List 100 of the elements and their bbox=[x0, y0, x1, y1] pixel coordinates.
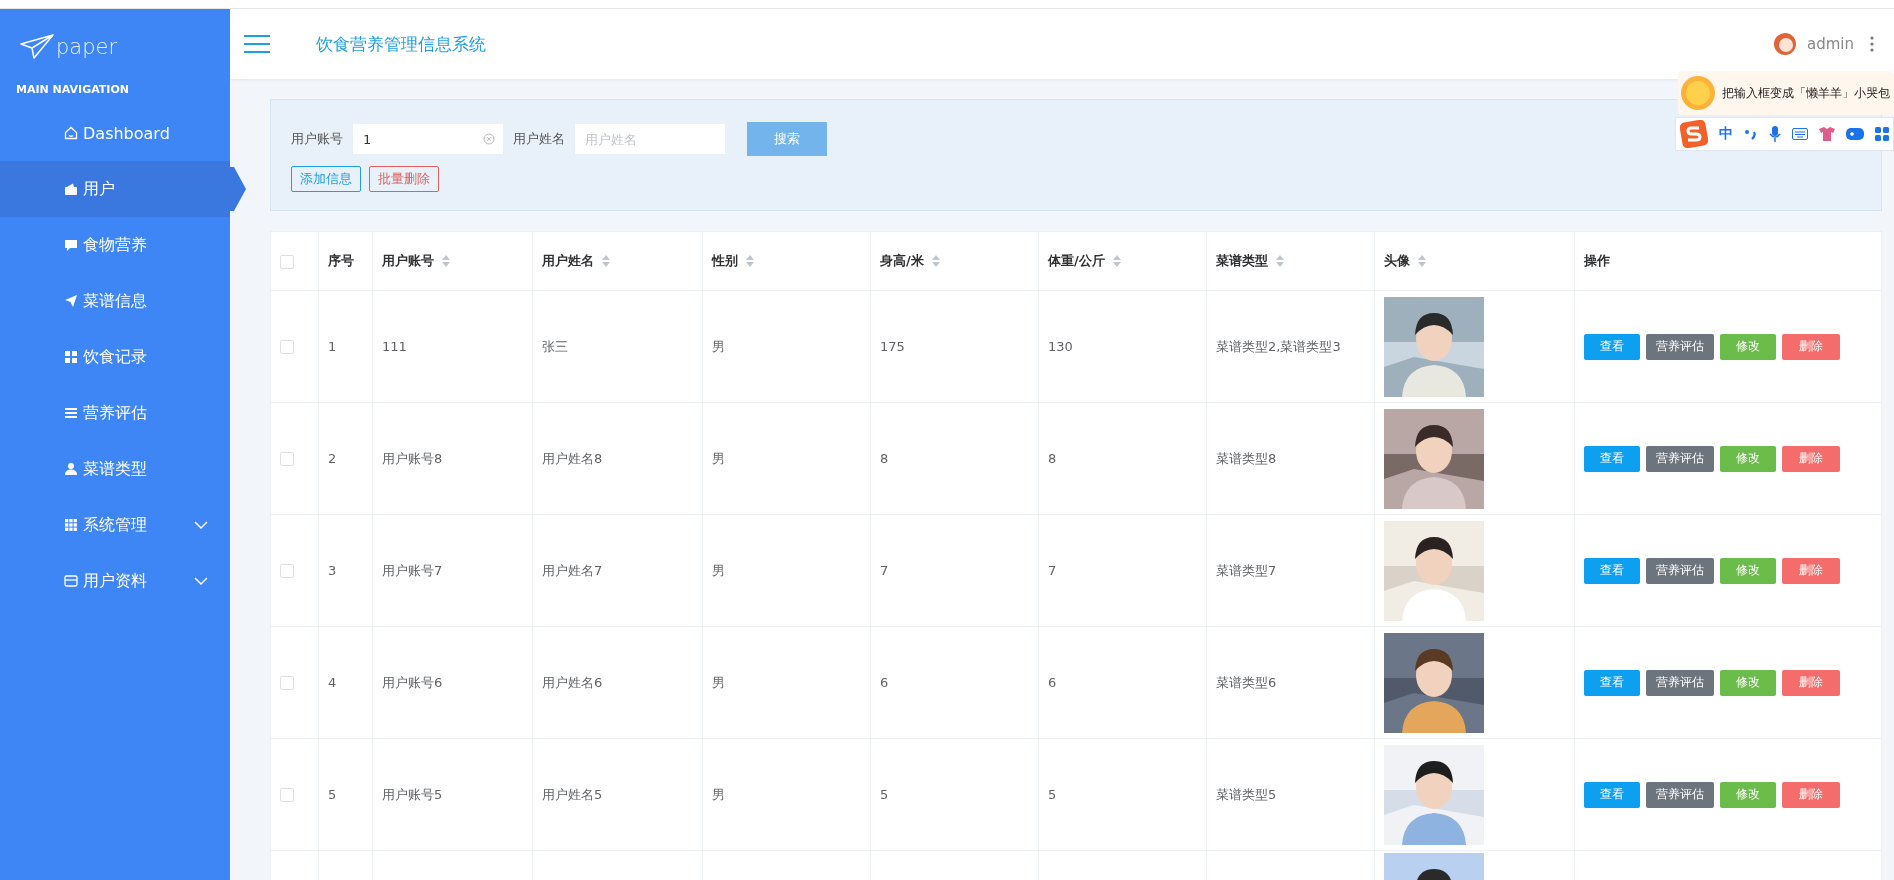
home-icon bbox=[64, 126, 78, 140]
delete-button[interactable]: 删除 bbox=[1782, 333, 1840, 360]
search-field[interactable]: 用户姓名 bbox=[575, 124, 725, 154]
more-icon[interactable] bbox=[1870, 36, 1874, 52]
nav-item[interactable]: Dashboard bbox=[0, 105, 230, 161]
checkbox[interactable] bbox=[280, 340, 294, 355]
microphone-icon[interactable] bbox=[1769, 126, 1781, 142]
checkbox[interactable] bbox=[280, 676, 294, 691]
checkbox[interactable] bbox=[280, 254, 294, 269]
table-cell: 111 bbox=[382, 339, 407, 354]
nav-item[interactable]: 用户资料 bbox=[0, 553, 230, 609]
evaluate-button[interactable]: 营养评估 bbox=[1646, 445, 1714, 472]
nav-item[interactable]: 食物营养 bbox=[0, 217, 230, 273]
table-cell: 用户账号6 bbox=[382, 674, 443, 690]
sort-icon[interactable] bbox=[442, 255, 450, 267]
table-cell: 菜谱类型6 bbox=[1216, 674, 1277, 690]
clear-icon[interactable] bbox=[483, 133, 495, 145]
checkbox[interactable] bbox=[280, 564, 294, 579]
checkbox[interactable] bbox=[280, 788, 294, 803]
table-cell: 男 bbox=[712, 786, 725, 802]
column-header[interactable]: 菜谱类型 bbox=[1206, 231, 1375, 291]
edit-button[interactable]: 修改 bbox=[1720, 557, 1776, 584]
table-cell: 175 bbox=[880, 339, 905, 354]
ime-logo-icon[interactable] bbox=[1680, 120, 1708, 148]
nav-item[interactable]: 系统管理 bbox=[0, 497, 230, 553]
table-cell: 2 bbox=[328, 451, 337, 466]
column-header[interactable]: 头像 bbox=[1374, 231, 1575, 291]
edit-button[interactable]: 修改 bbox=[1720, 669, 1776, 696]
column-header[interactable]: 身高/米 bbox=[870, 231, 1039, 291]
table-cell: 用户账号7 bbox=[382, 562, 443, 578]
sort-icon[interactable] bbox=[1418, 255, 1426, 267]
table-cell: 菜谱类型5 bbox=[1216, 786, 1277, 802]
evaluate-button[interactable]: 营养评估 bbox=[1646, 669, 1714, 696]
edit-button[interactable]: 修改 bbox=[1720, 445, 1776, 472]
table-cell: 用户姓名6 bbox=[542, 674, 603, 690]
view-button[interactable]: 查看 bbox=[1584, 557, 1640, 584]
sort-icon[interactable] bbox=[746, 255, 754, 267]
shirt-icon[interactable] bbox=[1819, 127, 1835, 141]
table-cell: 3 bbox=[328, 563, 337, 578]
evaluate-button[interactable]: 营养评估 bbox=[1646, 557, 1714, 584]
view-button[interactable]: 查看 bbox=[1584, 669, 1640, 696]
table-cell: 男 bbox=[712, 562, 725, 578]
table-cell: 5 bbox=[1048, 787, 1057, 802]
grid-icon bbox=[64, 350, 78, 364]
add-button[interactable]: 添加信息 bbox=[291, 166, 361, 192]
column-header: 序号 bbox=[318, 231, 373, 291]
sun-icon bbox=[1678, 73, 1718, 113]
view-button[interactable]: 查看 bbox=[1584, 333, 1640, 360]
delete-button[interactable]: 删除 bbox=[1782, 781, 1840, 808]
column-header: 操作 bbox=[1574, 231, 1882, 291]
column-header[interactable]: 体重/公斤 bbox=[1038, 231, 1207, 291]
edit-button[interactable]: 修改 bbox=[1720, 333, 1776, 360]
punctuation-icon[interactable] bbox=[1744, 127, 1758, 141]
table-cell: 菜谱类型8 bbox=[1216, 450, 1277, 466]
table-cell: 130 bbox=[1048, 339, 1073, 354]
menu-icon[interactable] bbox=[244, 35, 270, 53]
column-header[interactable]: 性别 bbox=[702, 231, 871, 291]
username[interactable]: admin bbox=[1807, 35, 1854, 53]
sort-icon[interactable] bbox=[602, 255, 610, 267]
search-field[interactable]: 1 bbox=[353, 124, 503, 154]
table-cell: 用户姓名5 bbox=[542, 786, 603, 802]
logo-text: paper bbox=[56, 35, 118, 59]
nav-item[interactable]: 菜谱信息 bbox=[0, 273, 230, 329]
sort-icon[interactable] bbox=[931, 255, 940, 267]
table-cell: 5 bbox=[880, 787, 889, 802]
column-header[interactable]: 用户姓名 bbox=[532, 231, 703, 291]
edit-button[interactable]: 修改 bbox=[1720, 781, 1776, 808]
column-header[interactable]: 用户账号 bbox=[372, 231, 533, 291]
user-icon bbox=[64, 462, 78, 476]
list-icon bbox=[64, 406, 78, 420]
user-avatar-icon[interactable] bbox=[1773, 32, 1797, 56]
table-cell: 6 bbox=[1048, 675, 1057, 690]
table-cell: 用户姓名8 bbox=[542, 450, 603, 466]
input-mode-toggle[interactable]: 中 bbox=[1719, 125, 1733, 143]
nav-item[interactable]: 饮食记录 bbox=[0, 329, 230, 385]
keyboard-icon[interactable] bbox=[1792, 128, 1808, 140]
table-cell: 用户账号5 bbox=[382, 786, 443, 802]
evaluate-button[interactable]: 营养评估 bbox=[1646, 333, 1714, 360]
checkbox[interactable] bbox=[280, 452, 294, 467]
delete-button[interactable]: 删除 bbox=[1782, 669, 1840, 696]
view-button[interactable]: 查看 bbox=[1584, 445, 1640, 472]
delete-button[interactable]: 删除 bbox=[1782, 445, 1840, 472]
search-button[interactable]: 搜索 bbox=[747, 122, 827, 156]
sort-icon[interactable] bbox=[1276, 255, 1284, 267]
bulk-delete-button[interactable]: 批量删除 bbox=[369, 166, 439, 192]
nav-item[interactable]: 营养评估 bbox=[0, 385, 230, 441]
field-label: 用户账号 bbox=[291, 130, 343, 148]
active-pointer-icon bbox=[230, 167, 246, 211]
view-button[interactable]: 查看 bbox=[1584, 781, 1640, 808]
apps-icon[interactable] bbox=[1875, 127, 1889, 141]
delete-button[interactable]: 删除 bbox=[1782, 557, 1840, 584]
table-cell: 菜谱类型7 bbox=[1216, 562, 1277, 578]
sort-icon[interactable] bbox=[1112, 255, 1121, 267]
grid-icon bbox=[64, 518, 78, 532]
table-cell: 7 bbox=[1048, 563, 1057, 578]
nav-item[interactable]: 菜谱类型 bbox=[0, 441, 230, 497]
paper-plane-icon bbox=[20, 34, 54, 60]
evaluate-button[interactable]: 营养评估 bbox=[1646, 781, 1714, 808]
chat-icon bbox=[64, 238, 78, 252]
table-cell: 1 bbox=[328, 339, 337, 354]
